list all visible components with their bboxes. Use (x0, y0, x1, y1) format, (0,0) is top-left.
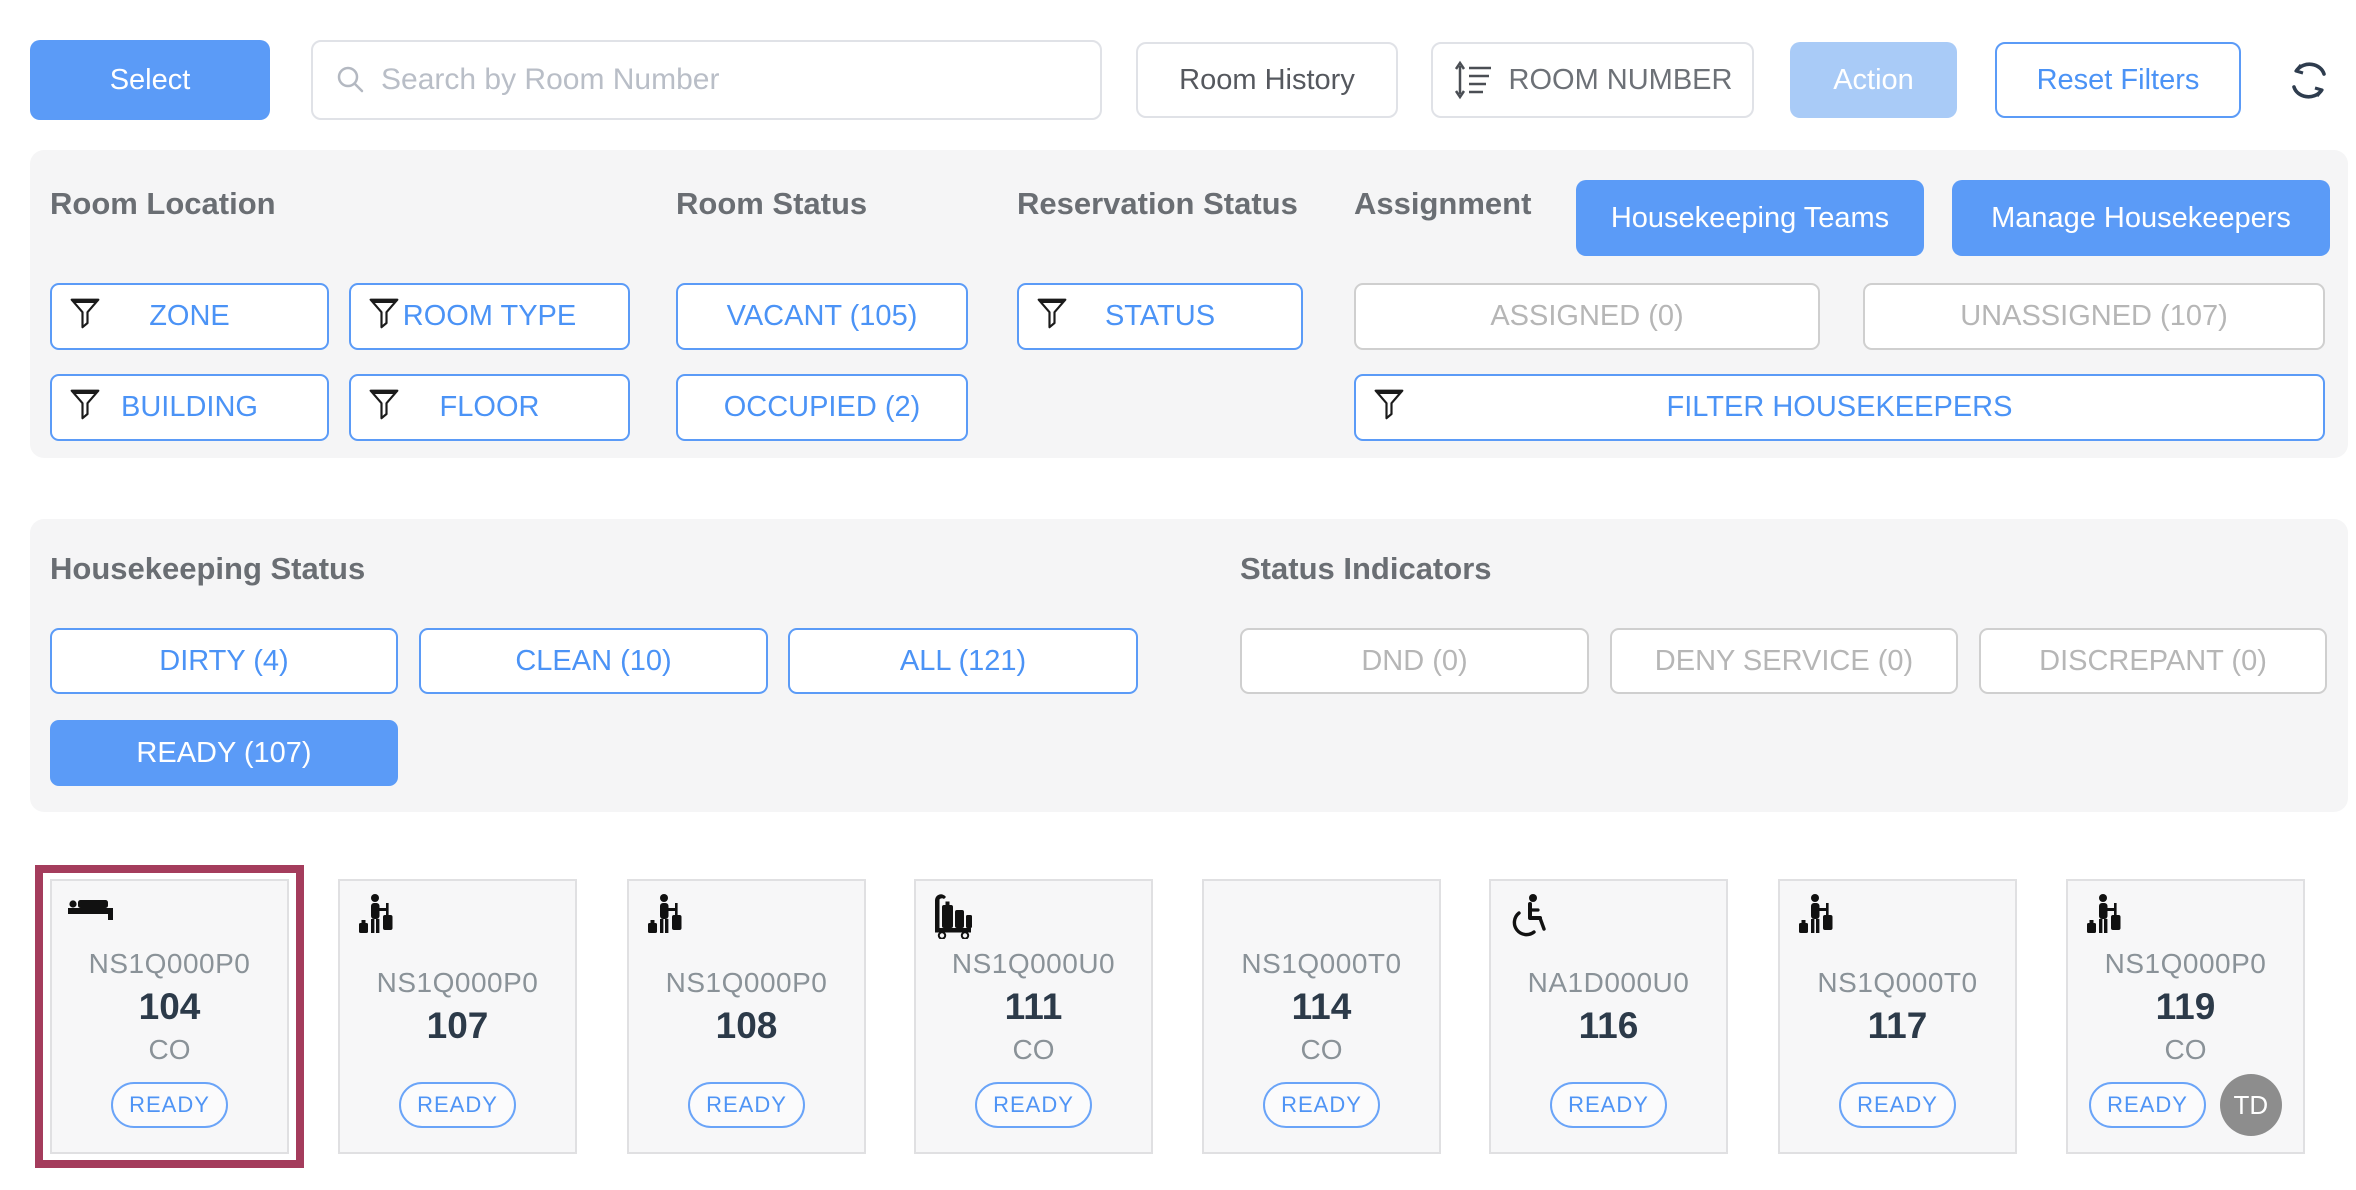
room-card[interactable]: NS1Q000P0 104 CO READY (50, 879, 289, 1154)
assignment-title: Assignment (1354, 186, 1531, 222)
room-number: 119 (2156, 986, 2216, 1028)
assigned-filter-button[interactable]: ASSIGNED (0) (1354, 283, 1820, 350)
vacant-filter-button[interactable]: VACANT (105) (676, 283, 968, 350)
refresh-icon[interactable] (2281, 55, 2337, 107)
status-badge: READY (111, 1082, 228, 1128)
zone-filter-label: ZONE (149, 300, 230, 333)
action-button[interactable]: Action (1790, 42, 1957, 118)
select-button[interactable]: Select (30, 40, 270, 120)
dirty-filter-label: DIRTY (4) (159, 645, 288, 678)
room-type-code: NA1D000U0 (1528, 967, 1690, 999)
reservation-status-label: CO (1301, 1034, 1343, 1066)
room-card[interactable]: NS1Q000P0 119 CO READY TD (2066, 879, 2305, 1154)
status-badge: READY (399, 1082, 516, 1128)
funnel-icon (369, 386, 399, 430)
reservation-status-filter-label: STATUS (1105, 300, 1215, 333)
all-filter-button[interactable]: ALL (121) (788, 628, 1138, 694)
filter-housekeepers-label: FILTER HOUSEKEEPERS (1667, 391, 2013, 424)
funnel-icon (70, 295, 100, 339)
dnd-filter-button[interactable]: DND (0) (1240, 628, 1589, 694)
deny-service-filter-label: DENY SERVICE (0) (1655, 645, 1913, 678)
status-badge: READY (1550, 1082, 1667, 1128)
room-number: 117 (1868, 1005, 1928, 1047)
deny-service-filter-button[interactable]: DENY SERVICE (0) (1610, 628, 1958, 694)
room-type-code: NS1Q000T0 (1817, 967, 1977, 999)
zone-filter-button[interactable]: ZONE (50, 283, 329, 350)
sort-by-button[interactable]: ROOM NUMBER (1431, 42, 1754, 118)
reservation-status-label: CO (2165, 1034, 2207, 1066)
housekeeping-panel: Housekeeping Status Status Indicators DI… (30, 519, 2348, 812)
dnd-filter-label: DND (0) (1361, 645, 1467, 678)
reset-filters-button[interactable]: Reset Filters (1995, 42, 2241, 118)
all-filter-label: ALL (121) (900, 645, 1026, 678)
building-filter-label: BUILDING (121, 391, 258, 424)
room-status-title: Room Status (676, 186, 867, 222)
room-history-button[interactable]: Room History (1136, 42, 1398, 118)
vacant-filter-label: VACANT (105) (727, 300, 918, 333)
ready-filter-label: READY (107) (136, 737, 311, 770)
reservation-status-title: Reservation Status (1017, 186, 1298, 222)
room-card[interactable]: NA1D000U0 116 READY (1489, 879, 1728, 1154)
room-number: 116 (1579, 1005, 1639, 1047)
room-type-code: NS1Q000P0 (377, 967, 539, 999)
assigned-filter-label: ASSIGNED (0) (1490, 300, 1683, 333)
room-type-code: NS1Q000P0 (2105, 948, 2267, 980)
sort-by-label: ROOM NUMBER (1509, 64, 1733, 97)
unassigned-filter-label: UNASSIGNED (107) (1960, 300, 2228, 333)
clean-filter-button[interactable]: CLEAN (10) (419, 628, 768, 694)
status-badge: READY (2089, 1082, 2206, 1128)
room-number: 104 (139, 986, 201, 1028)
room-number: 114 (1292, 986, 1352, 1028)
occupied-filter-label: OCCUPIED (2) (724, 391, 921, 424)
manage-housekeepers-button[interactable]: Manage Housekeepers (1952, 180, 2330, 256)
discrepant-filter-label: DISCREPANT (0) (2039, 645, 2267, 678)
dirty-filter-button[interactable]: DIRTY (4) (50, 628, 398, 694)
filter-housekeepers-button[interactable]: FILTER HOUSEKEEPERS (1354, 374, 2325, 441)
status-badge: READY (688, 1082, 805, 1128)
room-card[interactable]: NS1Q000T0 114 CO READY (1202, 879, 1441, 1154)
funnel-icon (1374, 386, 1404, 430)
occupied-filter-button[interactable]: OCCUPIED (2) (676, 374, 968, 441)
room-type-filter-label: ROOM TYPE (403, 300, 577, 333)
unassigned-filter-button[interactable]: UNASSIGNED (107) (1863, 283, 2325, 350)
floor-filter-button[interactable]: FLOOR (349, 374, 630, 441)
room-type-code: NS1Q000P0 (666, 967, 828, 999)
status-badge: READY (975, 1082, 1092, 1128)
ready-filter-button[interactable]: READY (107) (50, 720, 398, 786)
building-filter-button[interactable]: BUILDING (50, 374, 329, 441)
reservation-status-label: CO (149, 1034, 191, 1066)
room-type-filter-button[interactable]: ROOM TYPE (349, 283, 630, 350)
room-card[interactable]: NS1Q000P0 108 READY (627, 879, 866, 1154)
filters-panel: Room Location Room Status Reservation St… (30, 150, 2348, 458)
room-number: 108 (716, 1005, 778, 1047)
room-card[interactable]: NS1Q000U0 111 CO READY (914, 879, 1153, 1154)
housekeeper-avatar[interactable]: TD (2220, 1074, 2282, 1136)
housekeeping-teams-button[interactable]: Housekeeping Teams (1576, 180, 1924, 256)
funnel-icon (369, 295, 399, 339)
search-input[interactable] (381, 63, 1100, 97)
housekeeping-status-title: Housekeeping Status (50, 551, 365, 587)
room-card[interactable]: NS1Q000T0 117 READY (1778, 879, 2017, 1154)
status-badge: READY (1263, 1082, 1380, 1128)
sort-order-icon (1453, 59, 1493, 101)
search-icon (335, 64, 367, 96)
reservation-status-label: CO (1013, 1034, 1055, 1066)
room-type-code: NS1Q000T0 (1241, 948, 1401, 980)
room-type-code: NS1Q000P0 (89, 948, 251, 980)
discrepant-filter-button[interactable]: DISCREPANT (0) (1979, 628, 2327, 694)
room-number: 111 (1005, 986, 1063, 1028)
clean-filter-label: CLEAN (10) (515, 645, 671, 678)
status-badge: READY (1839, 1082, 1956, 1128)
funnel-icon (70, 386, 100, 430)
room-card[interactable]: NS1Q000P0 107 READY (338, 879, 577, 1154)
floor-filter-label: FLOOR (440, 391, 540, 424)
status-indicators-title: Status Indicators (1240, 551, 1492, 587)
bed-icon (68, 910, 118, 927)
room-number: 107 (427, 1005, 489, 1047)
search-box[interactable] (311, 40, 1102, 120)
room-location-title: Room Location (50, 186, 276, 222)
reservation-status-filter-button[interactable]: STATUS (1017, 283, 1303, 350)
room-type-code: NS1Q000U0 (952, 948, 1115, 980)
funnel-icon (1037, 295, 1067, 339)
